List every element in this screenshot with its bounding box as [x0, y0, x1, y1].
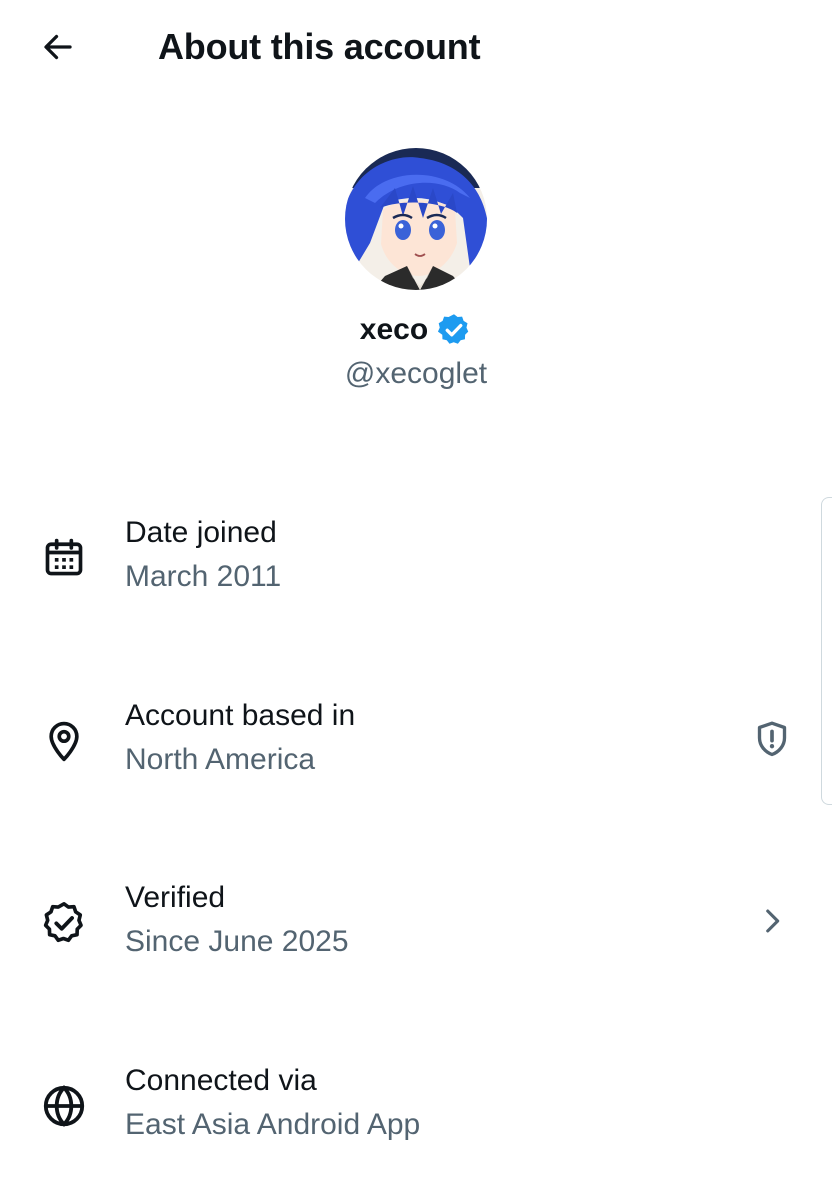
verified-checkmark-icon — [438, 314, 469, 344]
row-text: Verified Since June 2025 — [125, 877, 349, 963]
row-value: East Asia Android App — [125, 1108, 421, 1141]
row-value: North America — [125, 743, 316, 776]
verified-badge-icon — [38, 897, 90, 949]
anime-avatar — [345, 148, 487, 290]
info-row-connected-via: Connected via East Asia Android App — [0, 1060, 832, 1156]
calendar-icon — [38, 532, 90, 584]
back-button[interactable] — [32, 24, 84, 70]
row-title: Connected via — [125, 1064, 317, 1097]
row-title: Verified — [125, 881, 226, 914]
row-value: March 2011 — [125, 560, 282, 593]
row-text: Connected via East Asia Android App — [125, 1060, 420, 1146]
arrow-left-icon — [44, 34, 72, 60]
info-row-verified[interactable]: Verified Since June 2025 — [0, 877, 832, 973]
row-text: Date joined March 2011 — [125, 512, 281, 598]
page-title: About this account — [158, 26, 481, 67]
user-handle: @xecoglet — [344, 357, 488, 390]
display-name: xeco — [359, 313, 429, 346]
shield-alert-icon — [757, 721, 787, 757]
location-pin-icon — [38, 715, 90, 767]
row-title: Date joined — [125, 516, 277, 549]
shield-alert-button[interactable] — [748, 715, 796, 763]
info-row-account-based-in: Account based in North America — [0, 695, 832, 791]
row-title: Account based in — [125, 699, 356, 732]
chevron-right-icon — [748, 897, 796, 945]
profile-summary: xeco @xecoglet — [0, 148, 832, 392]
row-text: Account based in North America — [125, 695, 355, 781]
avatar[interactable] — [345, 148, 487, 290]
info-row-date-joined: Date joined March 2011 — [0, 512, 832, 608]
top-app-bar: About this account — [0, 0, 832, 96]
globe-icon — [38, 1080, 90, 1132]
name-row: xeco — [0, 312, 832, 348]
row-value: Since June 2025 — [125, 925, 349, 958]
